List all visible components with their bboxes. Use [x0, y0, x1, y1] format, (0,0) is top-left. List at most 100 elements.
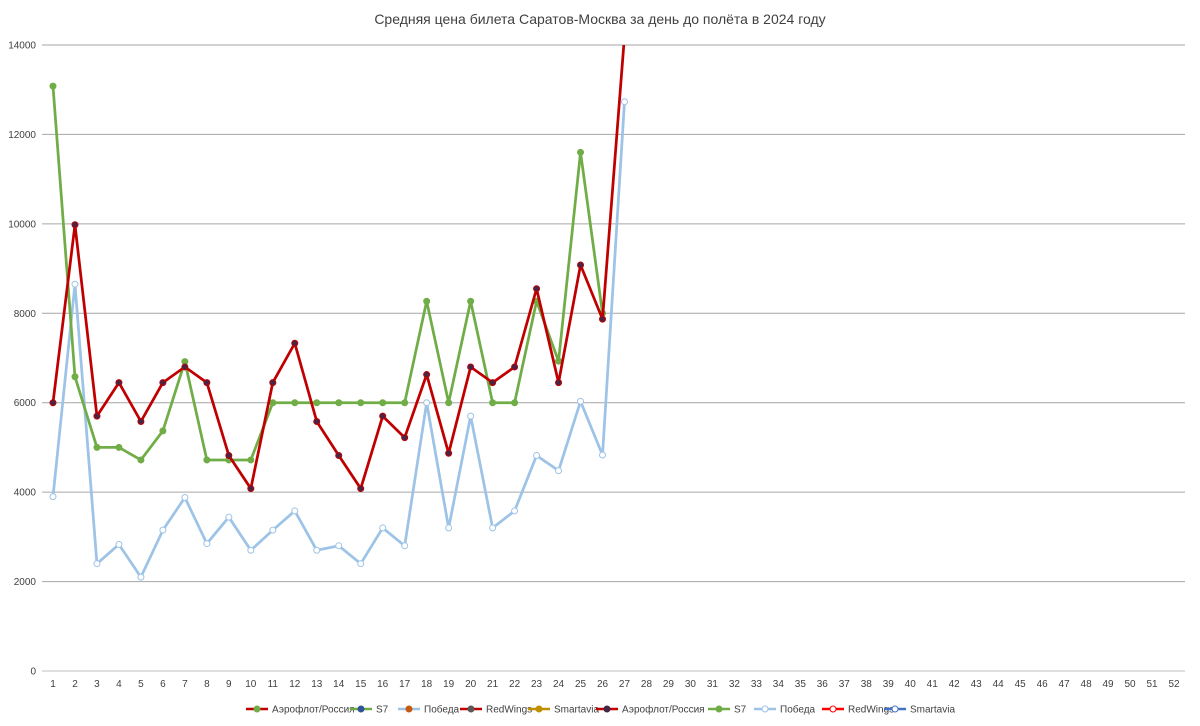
x-tick-label: 38 — [861, 679, 873, 690]
legend: Аэрофлот/Россия S7 Победа RedWings Smartavia… — [246, 704, 955, 716]
data-point — [467, 363, 475, 371]
legend-item: S7 — [350, 705, 389, 716]
data-point — [423, 399, 431, 407]
data-point — [247, 456, 255, 464]
legend-item: RedWings — [460, 705, 532, 716]
data-point — [159, 379, 167, 387]
data-point — [313, 399, 321, 407]
data-point — [401, 399, 409, 407]
data-point — [71, 373, 79, 381]
data-point — [335, 542, 343, 550]
legend-swatch-marker — [829, 705, 837, 713]
x-tick-label: 27 — [619, 679, 631, 690]
y-tick-label: 0 — [30, 667, 36, 678]
data-point — [115, 443, 123, 451]
x-tick-label: 22 — [509, 679, 521, 690]
data-point — [71, 221, 79, 229]
x-tick-label: 26 — [597, 679, 609, 690]
x-tick-label: 8 — [204, 679, 210, 690]
x-tick-label: 15 — [355, 679, 367, 690]
data-point — [115, 540, 123, 548]
data-point — [511, 363, 519, 371]
x-tick-label: 49 — [1103, 679, 1115, 690]
data-point — [423, 371, 431, 379]
data-point — [93, 443, 101, 451]
legend-label: RedWings — [486, 705, 532, 716]
y-tick-label: 12000 — [8, 130, 36, 141]
data-point — [620, 98, 628, 106]
legend-label: Аэрофлот/Россия — [272, 704, 355, 716]
x-tick-label: 4 — [116, 679, 122, 690]
x-tick-label: 5 — [138, 679, 144, 690]
x-tick-label: 7 — [182, 679, 188, 690]
x-tick-label: 25 — [575, 679, 587, 690]
data-point — [489, 399, 497, 407]
x-tick-label: 6 — [160, 679, 166, 690]
legend-swatch-marker — [891, 705, 899, 713]
legend-item: Smartavia — [884, 705, 955, 716]
x-tick-label: 19 — [443, 679, 455, 690]
x-tick-label: 9 — [226, 679, 232, 690]
chart-title: Средняя цена билета Саратов-Москва за де… — [374, 11, 825, 27]
series-5 — [49, 33, 627, 493]
x-tick-label: 45 — [1015, 679, 1027, 690]
legend-label: Победа — [424, 704, 460, 716]
data-point — [357, 560, 365, 568]
x-tick-label: 12 — [289, 679, 301, 690]
data-point — [511, 507, 519, 515]
y-tick-label: 8000 — [14, 309, 37, 320]
data-point — [313, 417, 321, 425]
legend-item: Победа — [398, 704, 460, 716]
data-point — [533, 451, 541, 459]
data-point — [115, 379, 123, 387]
x-tick-label: 52 — [1168, 679, 1180, 690]
series-line — [51, 84, 604, 462]
data-point — [93, 560, 101, 568]
series-7 — [49, 98, 628, 581]
x-axis-ticks: 1 2 3 4 5 6 7 8 9 10 11 12 13 14 15 16 17 18 19 20 21 22 23 24 2… — [50, 679, 1180, 690]
data-point — [247, 485, 255, 493]
data-point — [203, 379, 211, 387]
x-tick-label: 35 — [795, 679, 807, 690]
data-point — [401, 434, 409, 442]
x-tick-label: 31 — [707, 679, 719, 690]
y-tick-label: 14000 — [8, 41, 36, 52]
legend-label: Smartavia — [910, 705, 955, 716]
x-tick-label: 33 — [751, 679, 763, 690]
data-point — [599, 451, 607, 459]
series-line — [51, 100, 626, 579]
y-tick-label: 2000 — [14, 577, 37, 588]
legend-item: S7 — [708, 705, 747, 716]
data-point — [489, 524, 497, 532]
data-point — [313, 546, 321, 554]
data-point — [599, 315, 607, 323]
data-point — [445, 399, 453, 407]
data-point — [247, 546, 255, 554]
x-tick-label: 32 — [729, 679, 741, 690]
data-point — [71, 280, 79, 288]
data-point — [159, 526, 167, 534]
data-point — [49, 493, 57, 501]
legend-label: Победа — [780, 704, 816, 716]
data-point — [291, 399, 299, 407]
data-point — [137, 573, 145, 581]
data-point — [137, 456, 145, 464]
x-tick-label: 1 — [50, 679, 56, 690]
legend-swatch-marker — [715, 705, 723, 713]
data-point — [269, 399, 277, 407]
x-tick-label: 28 — [641, 679, 653, 690]
data-point — [137, 417, 145, 425]
legend-swatch-marker — [761, 705, 769, 713]
x-tick-label: 40 — [905, 679, 917, 690]
data-point — [181, 363, 189, 371]
data-point — [291, 507, 299, 515]
legend-item: Smartavia — [528, 705, 599, 716]
data-point — [621, 33, 627, 39]
y-axis-ticks: 0 2000 4000 6000 8000 10000 12000 14000 — [8, 41, 36, 678]
data-point — [379, 399, 387, 407]
data-point — [577, 261, 585, 269]
x-tick-label: 30 — [685, 679, 697, 690]
x-tick-label: 44 — [993, 679, 1005, 690]
data-point — [577, 397, 585, 405]
gridlines — [42, 44, 1185, 672]
